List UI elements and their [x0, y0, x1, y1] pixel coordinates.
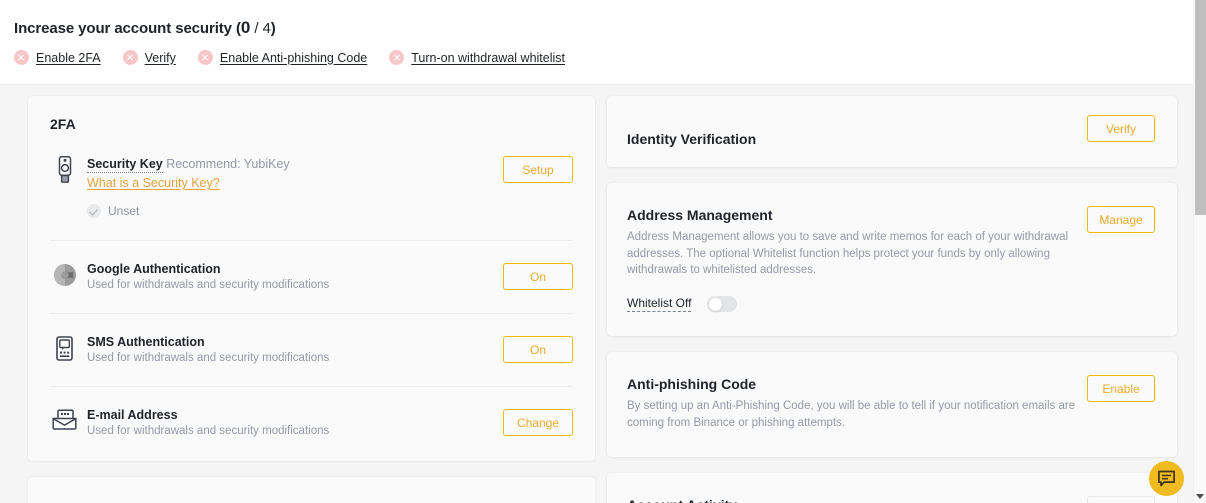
account-activity-title: Account Activity — [627, 497, 1155, 503]
task-label[interactable]: Enable 2FA — [36, 51, 101, 65]
page-scrollbar[interactable] — [1193, 0, 1206, 503]
chat-support-button[interactable] — [1149, 461, 1184, 496]
check-circle-icon — [87, 204, 101, 218]
email-address-row: E-mail Address Used for withdrawals and … — [50, 386, 573, 461]
security-progress-banner: Increase your account security (0 / 4) E… — [0, 0, 1193, 85]
email-address-name: E-mail Address — [87, 408, 178, 422]
security-key-name: Security Key — [87, 157, 163, 173]
address-manage-button[interactable]: Manage — [1087, 206, 1155, 233]
email-address-body: E-mail Address Used for withdrawals and … — [87, 407, 573, 437]
chat-bubble-icon — [1158, 470, 1175, 487]
security-key-usb-icon — [50, 154, 80, 184]
left-column: 2FA Security Key Recommend: YubiKey What — [28, 96, 595, 503]
email-address-change-button[interactable]: Change — [503, 409, 573, 436]
security-key-row: Security Key Recommend: YubiKey What is … — [50, 154, 573, 240]
account-security-page: Increase your account security (0 / 4) E… — [0, 0, 1206, 503]
identity-verification-title: Identity Verification — [627, 131, 757, 147]
sms-authentication-toggle-button[interactable]: On — [503, 336, 573, 363]
task-enable-anti-phishing-code[interactable]: Enable Anti-phishing Code — [197, 50, 367, 65]
security-key-recommend: Recommend: YubiKey — [162, 157, 290, 171]
next-card-partial — [28, 477, 595, 503]
task-label[interactable]: Turn-on withdrawal whitelist — [411, 51, 565, 65]
anti-phishing-code-description: By setting up an Anti-Phishing Code, you… — [627, 400, 1076, 429]
whitelist-status-label: Whitelist Off — [627, 296, 692, 313]
sms-authentication-row: SMS Authentication Used for withdrawals … — [50, 313, 573, 386]
what-is-security-key-link[interactable]: What is a Security Key? — [87, 176, 220, 190]
identity-verification-card: Identity Verification Verify — [607, 96, 1177, 167]
task-enable-2fa[interactable]: Enable 2FA — [14, 50, 101, 65]
sms-authentication-sub: Used for withdrawals and security modifi… — [87, 352, 330, 364]
google-authentication-toggle-button[interactable]: On — [503, 263, 573, 290]
page-title: Increase your account security (0 / 4) — [14, 18, 276, 38]
total-count: / 4 — [250, 20, 271, 37]
google-authentication-row: Google Authentication Used for withdrawa… — [50, 240, 573, 313]
scrollbar-thumb[interactable] — [1195, 0, 1206, 215]
security-task-list: Enable 2FA Verify Enable Anti-phishing C… — [14, 50, 587, 65]
sms-authentication-body: SMS Authentication Used for withdrawals … — [87, 334, 573, 364]
task-label[interactable]: Enable Anti-phishing Code — [220, 51, 367, 65]
security-key-body: Security Key Recommend: YubiKey What is … — [87, 154, 573, 218]
anti-phishing-code-card: Anti-phishing Code By setting up an Anti… — [607, 352, 1177, 458]
task-label[interactable]: Verify — [145, 51, 176, 65]
account-activity-more-button[interactable]: More — [1087, 496, 1155, 503]
cross-circle-icon — [389, 50, 405, 65]
envelope-icon — [50, 407, 80, 430]
completed-count: 0 — [240, 18, 251, 37]
page-title-suffix: ) — [270, 20, 276, 37]
anti-phishing-enable-button[interactable]: Enable — [1087, 375, 1155, 403]
sms-authentication-name: SMS Authentication — [87, 335, 205, 349]
whitelist-toggle[interactable] — [707, 296, 738, 313]
task-turn-on-withdrawal-whitelist[interactable]: Turn-on withdrawal whitelist — [389, 50, 565, 65]
google-authenticator-icon — [50, 261, 80, 287]
anti-phishing-code-title: Anti-phishing Code — [627, 376, 757, 393]
google-authentication-body: Google Authentication Used for withdrawa… — [87, 261, 573, 291]
toggle-knob — [708, 297, 722, 311]
security-key-heading: Security Key Recommend: YubiKey — [87, 155, 573, 173]
right-column: Identity Verification Verify Address Man… — [607, 96, 1177, 503]
security-key-status: Unset — [87, 204, 573, 218]
google-authentication-name: Google Authentication — [87, 262, 221, 276]
cross-circle-icon — [197, 50, 213, 65]
email-address-sub: Used for withdrawals and security modifi… — [87, 425, 330, 437]
security-key-status-label: Unset — [108, 204, 140, 218]
security-key-setup-button[interactable]: Setup — [503, 156, 573, 183]
two-fa-card: 2FA Security Key Recommend: YubiKey What — [28, 96, 595, 461]
task-verify[interactable]: Verify — [122, 50, 176, 65]
google-authentication-sub: Used for withdrawals and security modifi… — [87, 279, 330, 291]
address-management-card: Address Management Address Management al… — [607, 183, 1177, 337]
scrollbar-down-arrow-icon[interactable] — [1196, 494, 1204, 499]
address-management-title: Address Management — [627, 207, 773, 223]
whitelist-control: Whitelist Off — [627, 296, 1155, 313]
cross-circle-icon — [122, 50, 138, 65]
identity-verify-button[interactable]: Verify — [1087, 115, 1155, 142]
address-management-description: Address Management allows you to save an… — [627, 231, 1069, 277]
account-activity-card: Account Activity Last login:2021-01-22 0… — [607, 473, 1177, 503]
two-fa-card-title: 2FA — [50, 116, 76, 132]
cross-circle-icon — [14, 50, 29, 65]
page-title-prefix: Increase your account security ( — [14, 20, 241, 37]
sms-phone-icon — [50, 334, 80, 361]
